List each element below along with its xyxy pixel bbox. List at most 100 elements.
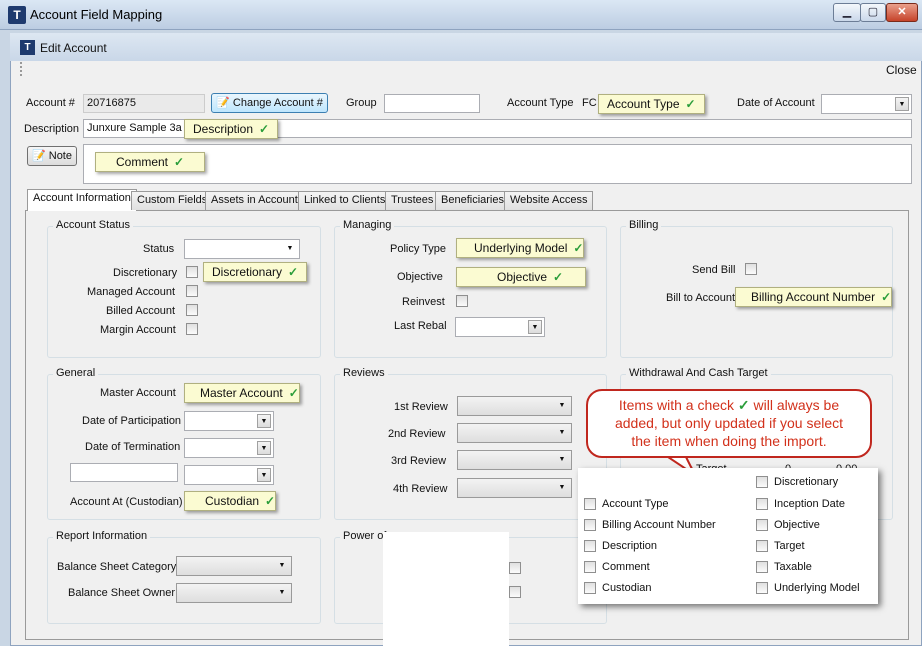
close-link[interactable]: Close bbox=[886, 63, 917, 77]
callout-master-account: Master Account ✓ bbox=[184, 383, 300, 403]
note-button[interactable]: 📝 Note bbox=[27, 146, 77, 166]
callout-account-type: Account Type ✓ bbox=[598, 94, 705, 114]
balance-sheet-category-label: Balance Sheet Category bbox=[57, 561, 177, 573]
note-label: Note bbox=[48, 150, 72, 162]
chevron-down-icon[interactable]: ▼ bbox=[555, 481, 569, 495]
legend-item-underlying-model[interactable]: Underlying Model bbox=[756, 582, 860, 595]
legend-item-billing-account-number[interactable]: Billing Account Number bbox=[584, 519, 716, 532]
comment-textarea[interactable] bbox=[83, 144, 912, 184]
tab-linked-to-clients[interactable]: Linked to Clients bbox=[298, 191, 392, 210]
legend-checkbox[interactable] bbox=[756, 476, 768, 489]
group-input[interactable] bbox=[384, 94, 480, 113]
legend-item-description[interactable]: Description bbox=[584, 540, 657, 553]
billed-account-checkbox[interactable] bbox=[186, 304, 198, 316]
extra-date-picker[interactable]: ▼ bbox=[184, 465, 274, 485]
legend-item-taxable[interactable]: Taxable bbox=[756, 561, 812, 574]
termination-date-picker[interactable]: ▼ bbox=[184, 438, 274, 458]
tab-beneficiaries[interactable]: Beneficiaries bbox=[435, 191, 510, 210]
margin-account-label: Margin Account bbox=[100, 324, 176, 336]
discretionary-label: Discretionary bbox=[113, 267, 178, 279]
legend-label: Taxable bbox=[774, 561, 812, 573]
chevron-down-icon[interactable]: ▼ bbox=[555, 399, 569, 413]
chevron-down-icon[interactable]: ▼ bbox=[895, 97, 909, 111]
legend-checkbox[interactable] bbox=[756, 561, 768, 574]
legend-checkbox[interactable] bbox=[756, 498, 768, 511]
bubble-line-2: added, but only updated if you select bbox=[614, 415, 844, 431]
legend-item-target[interactable]: Target bbox=[756, 540, 805, 553]
participation-date-picker[interactable]: ▼ bbox=[184, 411, 274, 431]
extra-input[interactable] bbox=[70, 463, 178, 482]
discretionary-checkbox[interactable] bbox=[186, 266, 198, 278]
power-of-checkbox-1[interactable] bbox=[509, 562, 521, 574]
objective-label: Objective bbox=[397, 271, 443, 283]
managed-account-checkbox[interactable] bbox=[186, 285, 198, 297]
blank-overlay bbox=[383, 532, 509, 646]
status-select[interactable]: ▼ bbox=[184, 239, 300, 259]
legend-checkbox[interactable] bbox=[584, 561, 596, 574]
legend-checkbox[interactable] bbox=[584, 498, 596, 511]
callout-objective: Objective ✓ bbox=[456, 267, 587, 287]
callout-text: Master Account bbox=[200, 386, 283, 400]
legend-item-comment[interactable]: Comment bbox=[584, 561, 650, 574]
toolbar-grip-icon bbox=[20, 62, 24, 76]
balance-sheet-category-select[interactable]: ▼ bbox=[176, 556, 292, 576]
legend-checkbox[interactable] bbox=[584, 519, 596, 532]
callout-text: Billing Account Number bbox=[751, 290, 876, 304]
tab-website-access[interactable]: Website Access bbox=[504, 191, 594, 210]
legend-label: Inception Date bbox=[774, 498, 845, 510]
inner-window-title: Edit Account bbox=[40, 41, 107, 55]
chevron-down-icon[interactable]: ▼ bbox=[275, 559, 289, 573]
review-2-select[interactable]: ▼ bbox=[457, 423, 572, 443]
date-of-account-label: Date of Account bbox=[737, 97, 815, 109]
last-rebal-picker[interactable]: ▼ bbox=[455, 317, 545, 337]
tab-account-information[interactable]: Account Information bbox=[27, 189, 137, 211]
review-2-label: 2nd Review bbox=[388, 428, 446, 440]
legend-checkbox[interactable] bbox=[756, 540, 768, 553]
legend-item-custodian[interactable]: Custodian bbox=[584, 582, 652, 595]
check-icon: ✓ bbox=[288, 386, 299, 400]
chevron-down-icon[interactable]: ▼ bbox=[257, 468, 271, 482]
margin-account-checkbox[interactable] bbox=[186, 323, 198, 335]
chevron-down-icon[interactable]: ▼ bbox=[257, 441, 271, 455]
date-of-account-picker[interactable]: ▼ bbox=[821, 94, 912, 114]
legend-item-objective[interactable]: Objective bbox=[756, 519, 820, 532]
legend-item-discretionary[interactable]: Discretionary bbox=[756, 476, 838, 489]
tab-assets-in-account[interactable]: Assets in Account bbox=[205, 191, 304, 210]
review-1-select[interactable]: ▼ bbox=[457, 396, 572, 416]
legend-label: Billing Account Number bbox=[602, 519, 716, 531]
send-bill-checkbox[interactable] bbox=[745, 263, 757, 275]
tab-custom-fields[interactable]: Custom Fields bbox=[131, 191, 214, 210]
legend-item-inception-date[interactable]: Inception Date bbox=[756, 498, 845, 511]
chevron-down-icon[interactable]: ▼ bbox=[275, 586, 289, 600]
bubble-line-3: the item when doing the import. bbox=[631, 433, 827, 449]
chevron-down-icon[interactable]: ▼ bbox=[528, 320, 542, 334]
maximize-button[interactable]: ▢ bbox=[860, 3, 886, 22]
chevron-down-icon[interactable]: ▼ bbox=[555, 453, 569, 467]
report-information-title: Report Information bbox=[53, 530, 151, 542]
legend-checkbox[interactable] bbox=[756, 582, 768, 595]
reinvest-checkbox[interactable] bbox=[456, 295, 468, 307]
legend-checkbox[interactable] bbox=[756, 519, 768, 532]
legend-checkbox[interactable] bbox=[584, 582, 596, 595]
power-of-checkbox-2[interactable] bbox=[509, 586, 521, 598]
chevron-down-icon[interactable]: ▼ bbox=[257, 414, 271, 428]
bubble-line-1: Items with a check ✓ will always be bbox=[596, 396, 862, 414]
legend-label: Objective bbox=[774, 519, 820, 531]
legend-label: Custodian bbox=[602, 582, 652, 594]
chevron-down-icon[interactable]: ▼ bbox=[555, 426, 569, 440]
review-3-select[interactable]: ▼ bbox=[457, 450, 572, 470]
general-title: General bbox=[53, 367, 99, 379]
outer-window-title: Account Field Mapping bbox=[30, 7, 163, 22]
change-account-button[interactable]: 📝 Change Account # bbox=[211, 93, 328, 113]
balance-sheet-owner-select[interactable]: ▼ bbox=[176, 583, 292, 603]
minimize-button[interactable]: ▁ bbox=[833, 3, 861, 22]
chevron-down-icon[interactable]: ▼ bbox=[283, 242, 297, 256]
legend-checkbox[interactable] bbox=[584, 540, 596, 553]
callout-billing-account-number: Billing Account Number ✓ bbox=[735, 287, 893, 307]
managed-account-label: Managed Account bbox=[87, 286, 176, 298]
tab-trustees[interactable]: Trustees bbox=[385, 191, 440, 210]
legend-item-account-type[interactable]: Account Type bbox=[584, 498, 668, 511]
close-window-button[interactable]: ✕ bbox=[886, 3, 918, 22]
review-4-select[interactable]: ▼ bbox=[457, 478, 572, 498]
account-type-value: FC bbox=[582, 97, 597, 109]
